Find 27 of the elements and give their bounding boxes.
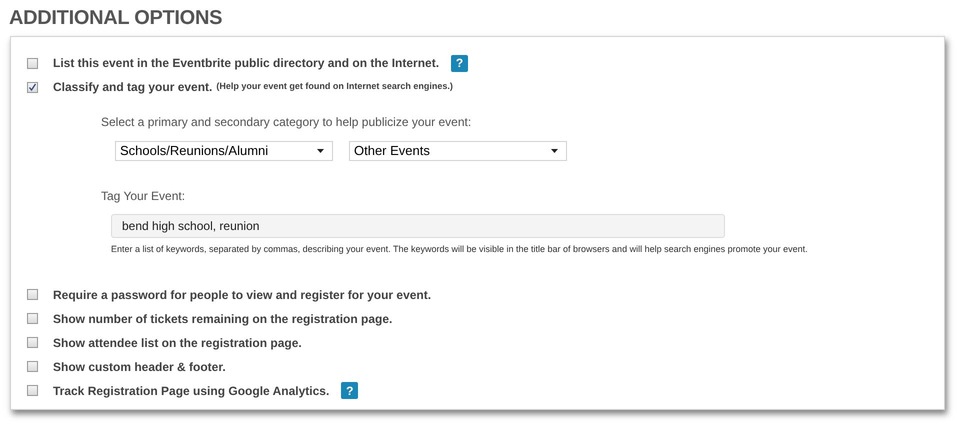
checkbox[interactable] — [27, 82, 38, 92]
category-dropdown[interactable]: Other Events — [349, 141, 567, 161]
category-prompt: Select a primary and secondary category to help publicize your event: — [101, 114, 472, 131]
tag-hint: Enter a list of keywords, separated by commas, describing your event. The keywords will be visible in the title bar of browsers and will help search engines promote your event. — [111, 243, 809, 256]
caret-icon — [317, 149, 324, 153]
checkbox[interactable] — [27, 313, 38, 324]
option-label: Track Registration Page using Google Analytics. — [53, 382, 330, 400]
help-badge[interactable]: ? — [341, 382, 358, 399]
caret-icon — [551, 149, 558, 153]
category-dropdown[interactable]: Schools/Reunions/Alumni — [115, 141, 333, 161]
tag-input-field[interactable]: bend high school, reunion — [111, 214, 725, 238]
option-label: Show custom header & footer. — [53, 358, 226, 376]
option-note: (Help your event get found on Internet search engines.) — [216, 80, 453, 94]
check-icon — [28, 82, 37, 92]
help-badge[interactable]: ? — [451, 54, 468, 72]
option-label: Classify and tag your event. — [53, 79, 212, 96]
checkbox[interactable] — [27, 361, 38, 372]
option-label: Show number of tickets remaining on the registration page. — [53, 310, 392, 328]
option-label: Show attendee list on the registration page. — [53, 334, 302, 352]
tag-label: Tag Your Event: — [101, 188, 186, 205]
checkbox[interactable] — [27, 337, 38, 348]
checkbox[interactable] — [27, 58, 38, 68]
option-label: List this event in the Eventbrite public directory and on the Internet. — [53, 55, 440, 72]
option-label: Require a password for people to view and register for your event. — [53, 286, 432, 304]
section-heading: ADDITIONAL OPTIONS — [9, 6, 224, 30]
checkbox[interactable] — [27, 385, 38, 396]
checkbox[interactable] — [27, 289, 38, 300]
